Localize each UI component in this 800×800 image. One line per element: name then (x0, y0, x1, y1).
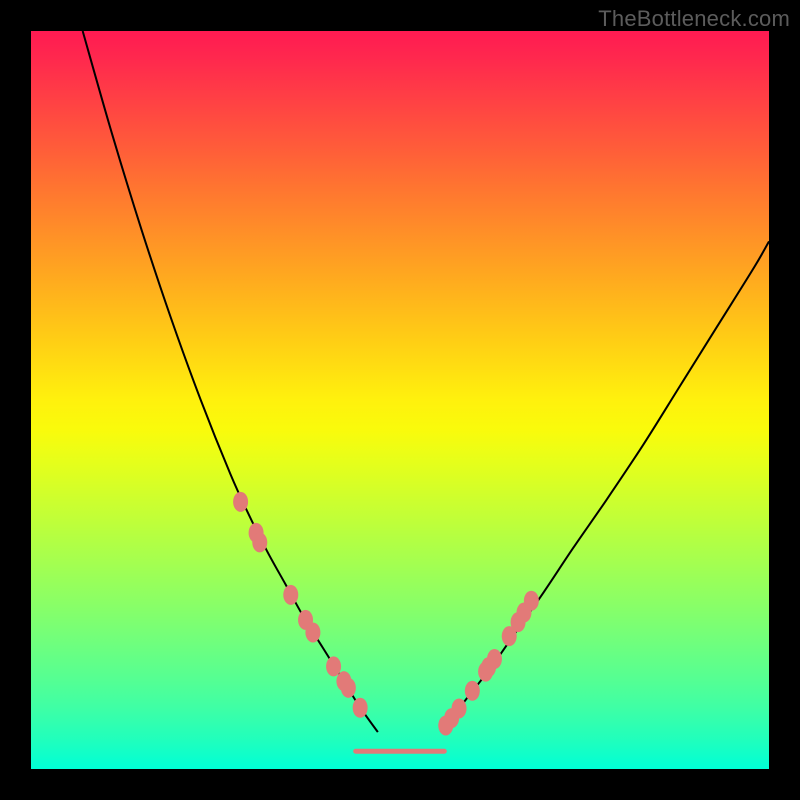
data-bead (326, 656, 341, 676)
outer-frame: TheBottleneck.com (0, 0, 800, 800)
left-curve (83, 31, 378, 732)
data-bead (233, 492, 248, 512)
right-curve-beads (438, 591, 539, 736)
chart-canvas (31, 31, 769, 769)
data-bead (465, 681, 480, 701)
left-curve-beads (233, 492, 368, 718)
data-bead (283, 585, 298, 605)
data-bead (353, 698, 368, 718)
data-bead (452, 698, 467, 718)
data-bead (252, 532, 267, 552)
data-bead (305, 622, 320, 642)
data-bead (341, 678, 356, 698)
data-bead (524, 591, 539, 611)
watermark-text: TheBottleneck.com (598, 6, 790, 32)
data-bead (487, 649, 502, 669)
